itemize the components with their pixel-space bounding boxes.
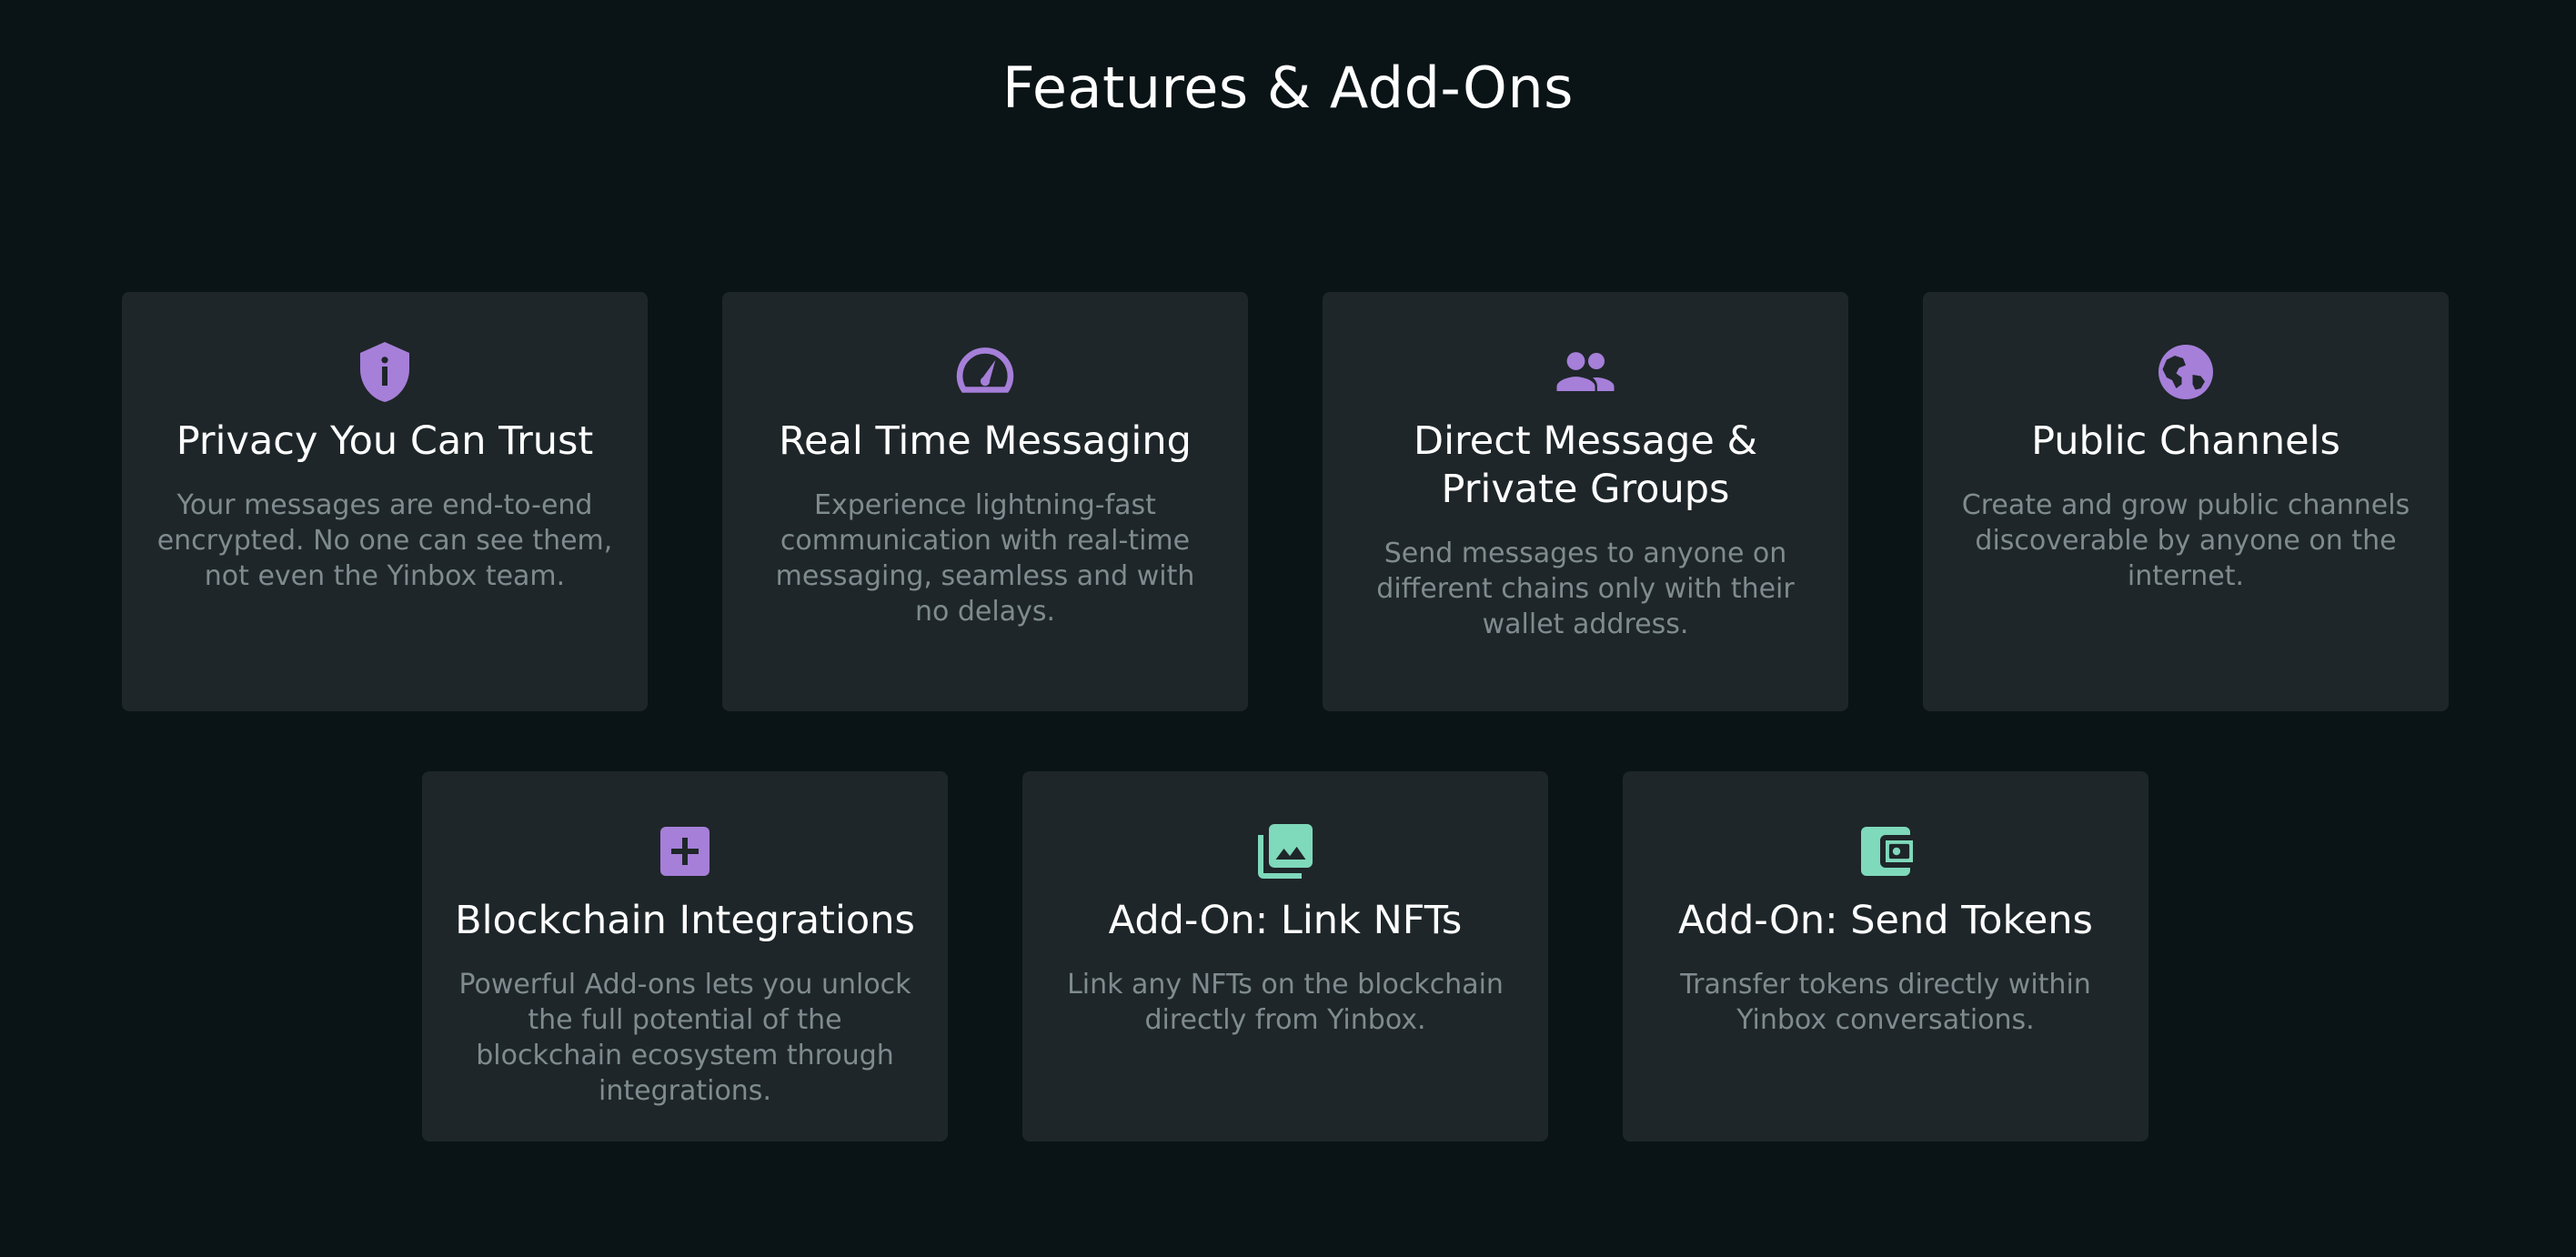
image-gallery-icon <box>1258 824 1313 879</box>
feature-card-public-channels: Public Channels Create and grow public c… <box>1923 292 2449 711</box>
feature-card-direct-message: Direct Message & Private Groups Send mes… <box>1323 292 1848 711</box>
feature-description: Your messages are end-to-end encrypted. … <box>156 489 613 592</box>
globe-icon <box>2158 345 2213 399</box>
shield-info-icon <box>360 342 409 402</box>
feature-description: Transfer tokens directly within Yinbox c… <box>1680 969 2091 1036</box>
feature-title: Blockchain Integrations <box>455 898 915 943</box>
feature-description: Experience lightning-fast communication … <box>775 489 1195 628</box>
feature-card-link-nfts: Add-On: Link NFTs Link any NFTs on the b… <box>1022 771 1548 1141</box>
feature-card-real-time-messaging: Real Time Messaging Experience lightning… <box>722 292 1248 711</box>
feature-card-blockchain-integrations: Blockchain Integrations Powerful Add-ons… <box>422 771 948 1141</box>
wallet-icon <box>1861 827 1913 876</box>
feature-title: Real Time Messaging <box>779 418 1192 464</box>
feature-title: Privacy You Can Trust <box>176 418 594 464</box>
feature-title: Add-On: Link NFTs <box>1108 898 1463 943</box>
speedometer-icon <box>956 347 1014 393</box>
features-page: Features & Add-Ons Privacy You Can Trust… <box>0 0 2576 1257</box>
feature-title: Public Channels <box>2031 418 2340 464</box>
feature-card-privacy: Privacy You Can Trust Your messages are … <box>122 292 648 711</box>
feature-title: Direct Message & Private Groups <box>1413 418 1758 512</box>
feature-description: Link any NFTs on the blockchain directly… <box>1067 969 1504 1036</box>
plus-box-icon <box>660 827 709 876</box>
page-title: Features & Add-Ons <box>1002 55 1574 121</box>
feature-description: Send messages to anyone on different cha… <box>1376 538 1795 640</box>
feature-description: Create and grow public channels discover… <box>1961 489 2410 592</box>
people-icon <box>1556 352 1615 391</box>
feature-title: Add-On: Send Tokens <box>1678 898 2093 943</box>
feature-card-send-tokens: Add-On: Send Tokens Transfer tokens dire… <box>1623 771 2148 1141</box>
feature-description: Powerful Add-ons lets you unlock the ful… <box>458 969 911 1107</box>
